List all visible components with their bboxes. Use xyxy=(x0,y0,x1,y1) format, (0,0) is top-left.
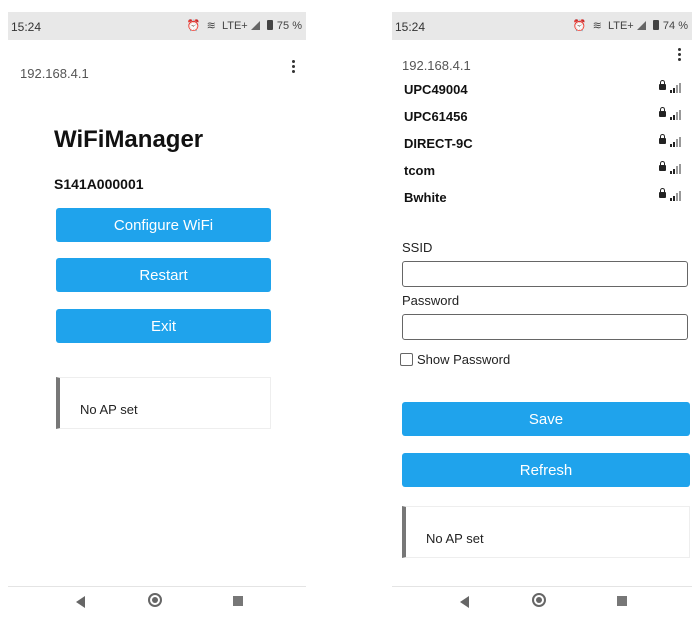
password-input[interactable] xyxy=(402,314,688,340)
signal-strength-icon xyxy=(670,136,682,147)
battery-icon xyxy=(652,20,659,30)
status-message: No AP set xyxy=(426,531,484,546)
battery-level: 74 % xyxy=(662,20,688,32)
status-icons: ⏰ ≋ LTE+ 75 % xyxy=(184,19,302,32)
lock-icon xyxy=(659,161,666,171)
network-name: Bwhite xyxy=(404,190,447,205)
exit-button[interactable]: Exit xyxy=(56,309,271,343)
status-message-box: No AP set xyxy=(402,506,690,558)
browser-url-bar: 192.168.4.1 xyxy=(8,40,306,100)
signal-strength-icon xyxy=(670,190,682,201)
url-text[interactable]: 192.168.4.1 xyxy=(402,58,471,73)
network-name: UPC49004 xyxy=(404,82,468,97)
lock-icon xyxy=(659,188,666,198)
network-item[interactable]: UPC61456 xyxy=(404,107,684,127)
lock-icon xyxy=(659,134,666,144)
network-type: LTE+ xyxy=(607,20,634,32)
network-item[interactable]: DIRECT-9C xyxy=(404,134,684,154)
signal-strength-icon xyxy=(670,82,682,93)
wifi-calling-icon: ≋ xyxy=(592,20,602,32)
recent-apps-icon[interactable] xyxy=(617,596,627,606)
signal-icon xyxy=(636,21,646,30)
status-bar: 15:24 ⏰ ≋ LTE+ 74 % xyxy=(392,12,692,40)
url-text[interactable]: 192.168.4.1 xyxy=(20,66,89,81)
status-time: 15:24 xyxy=(11,20,42,34)
refresh-button[interactable]: Refresh xyxy=(402,453,690,487)
show-password-row[interactable]: Show Password xyxy=(400,352,510,367)
page-title: WiFiManager xyxy=(54,126,204,153)
status-time: 15:24 xyxy=(395,20,426,34)
status-bar: 15:24 ⏰ ≋ LTE+ 75 % xyxy=(8,12,306,40)
ssid-input[interactable] xyxy=(402,261,688,287)
lock-icon xyxy=(659,80,666,90)
battery-level: 75 % xyxy=(276,20,302,32)
overflow-menu-icon[interactable] xyxy=(678,46,682,63)
overflow-menu-icon[interactable] xyxy=(292,58,296,75)
network-name: UPC61456 xyxy=(404,109,468,124)
signal-icon xyxy=(250,21,260,30)
restart-button[interactable]: Restart xyxy=(56,258,271,292)
network-item[interactable]: tcom xyxy=(404,161,684,181)
network-name: tcom xyxy=(404,163,436,178)
recent-apps-icon[interactable] xyxy=(233,596,243,606)
home-icon[interactable] xyxy=(148,593,162,607)
signal-strength-icon xyxy=(670,109,682,120)
right-phone-screen: 15:24 ⏰ ≋ LTE+ 74 % 192.168.4.1 UPC49004… xyxy=(392,0,692,617)
network-type: LTE+ xyxy=(221,20,248,32)
show-password-checkbox[interactable] xyxy=(400,353,413,366)
status-icons: ⏰ ≋ LTE+ 74 % xyxy=(570,19,688,32)
wifi-calling-icon: ≋ xyxy=(206,20,216,32)
alarm-icon: ⏰ xyxy=(572,20,587,32)
network-name: DIRECT-9C xyxy=(404,136,473,151)
android-nav-bar xyxy=(8,586,306,617)
back-icon[interactable] xyxy=(76,596,85,608)
status-message-box: No AP set xyxy=(56,377,271,429)
show-password-label: Show Password xyxy=(417,352,511,367)
status-message: No AP set xyxy=(80,402,138,417)
android-nav-bar xyxy=(392,586,692,617)
configure-wifi-button[interactable]: Configure WiFi xyxy=(56,208,271,242)
left-phone-screen: 15:24 ⏰ ≋ LTE+ 75 % 192.168.4.1 WiFiMana… xyxy=(8,0,306,617)
save-button[interactable]: Save xyxy=(402,402,690,436)
network-item[interactable]: UPC49004 xyxy=(404,80,684,100)
signal-strength-icon xyxy=(670,163,682,174)
battery-icon xyxy=(266,20,273,30)
home-icon[interactable] xyxy=(532,593,546,607)
alarm-icon: ⏰ xyxy=(186,20,201,32)
lock-icon xyxy=(659,107,666,117)
back-icon[interactable] xyxy=(460,596,469,608)
device-id: S141A000001 xyxy=(54,176,144,192)
network-item[interactable]: Bwhite xyxy=(404,188,684,208)
ssid-label: SSID xyxy=(402,240,433,255)
password-label: Password xyxy=(402,293,460,308)
